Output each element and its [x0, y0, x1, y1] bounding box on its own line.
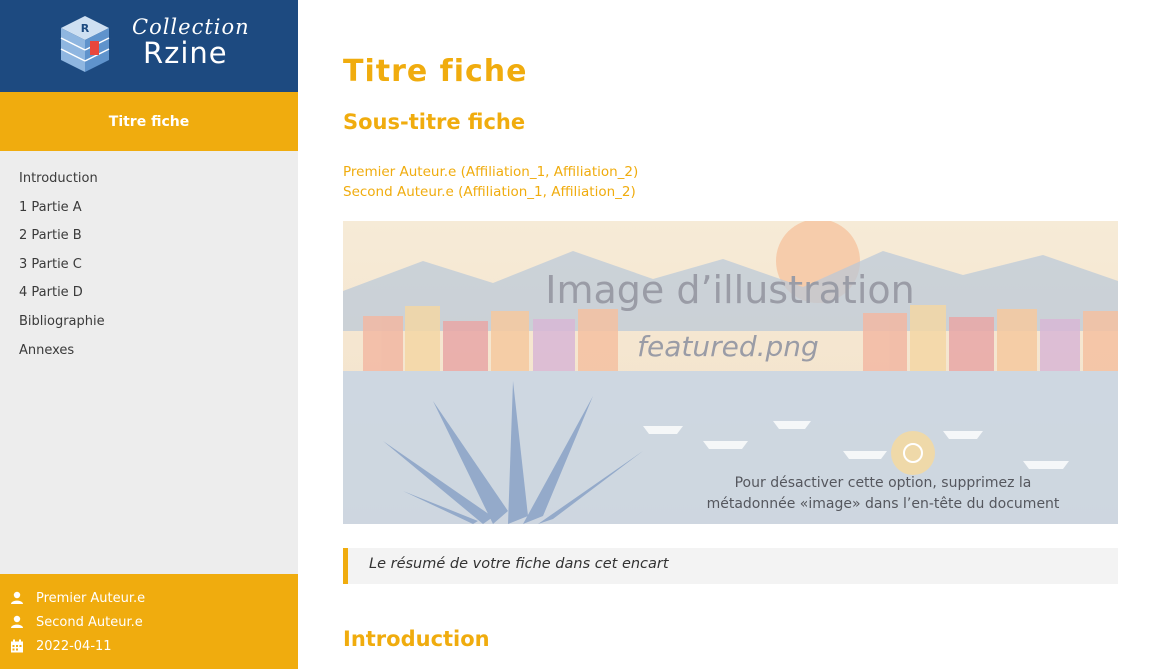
sidebar: R Collection Rzine Titre fiche Introduct…: [0, 0, 298, 669]
calendar-icon: [11, 639, 23, 653]
author-name: Premier Auteur.e: [36, 590, 146, 606]
illustration-image: Image d’illustration featured.png Pour d…: [343, 221, 1118, 524]
publication-date: 2022-04-11: [36, 638, 112, 654]
sidebar-title-band[interactable]: Titre fiche: [0, 92, 298, 151]
table-of-contents: Introduction 1 Partie A 2 Partie B 3 Par…: [0, 165, 298, 365]
logo[interactable]: R Collection Rzine: [0, 0, 298, 92]
banner-note-2: métadonnée «image» dans l’en-tête du doc…: [707, 496, 1060, 512]
toc-item-partie-d[interactable]: 4 Partie D: [0, 279, 298, 308]
featured-image: Image d’illustration featured.png Pour d…: [343, 221, 1118, 524]
section-heading-introduction: Introduction: [343, 627, 490, 651]
meta-date: 2022-04-11: [10, 636, 112, 656]
user-icon: [11, 591, 23, 604]
page-title: Titre fiche: [343, 54, 528, 89]
meta-author-2: Second Auteur.e: [10, 612, 143, 632]
toc-item-partie-a[interactable]: 1 Partie A: [0, 194, 298, 223]
banner-note-1: Pour désactiver cette option, supprimez …: [735, 475, 1032, 491]
logo-badge-letter: R: [81, 22, 90, 35]
sidebar-meta: Premier Auteur.e Second Auteur.e 2022-04…: [0, 574, 298, 669]
banner-filename: featured.png: [637, 330, 819, 363]
author-affiliation-1[interactable]: Premier Auteur.e (Affiliation_1, Affilia…: [343, 164, 638, 180]
toc-item-annexes[interactable]: Annexes: [0, 337, 298, 366]
sidebar-title: Titre fiche: [108, 113, 190, 130]
rzine-logo-icon: R: [60, 16, 110, 72]
toc-item-partie-c[interactable]: 3 Partie C: [0, 251, 298, 280]
abstract-box: Le résumé de votre fiche dans cet encart: [343, 548, 1118, 584]
user-icon: [11, 615, 23, 628]
meta-author-1: Premier Auteur.e: [10, 588, 145, 608]
toc-item-introduction[interactable]: Introduction: [0, 165, 298, 194]
author-name: Second Auteur.e: [36, 614, 143, 630]
banner-heading: Image d’illustration: [545, 268, 914, 312]
logo-rzine-text: Rzine: [143, 36, 228, 70]
author-affiliation-2[interactable]: Second Auteur.e (Affiliation_1, Affiliat…: [343, 184, 636, 200]
page-subtitle: Sous-titre fiche: [343, 110, 526, 134]
abstract-text: Le résumé de votre fiche dans cet encart: [369, 556, 669, 572]
toc-item-bibliographie[interactable]: Bibliographie: [0, 308, 298, 337]
toc-item-partie-b[interactable]: 2 Partie B: [0, 222, 298, 251]
